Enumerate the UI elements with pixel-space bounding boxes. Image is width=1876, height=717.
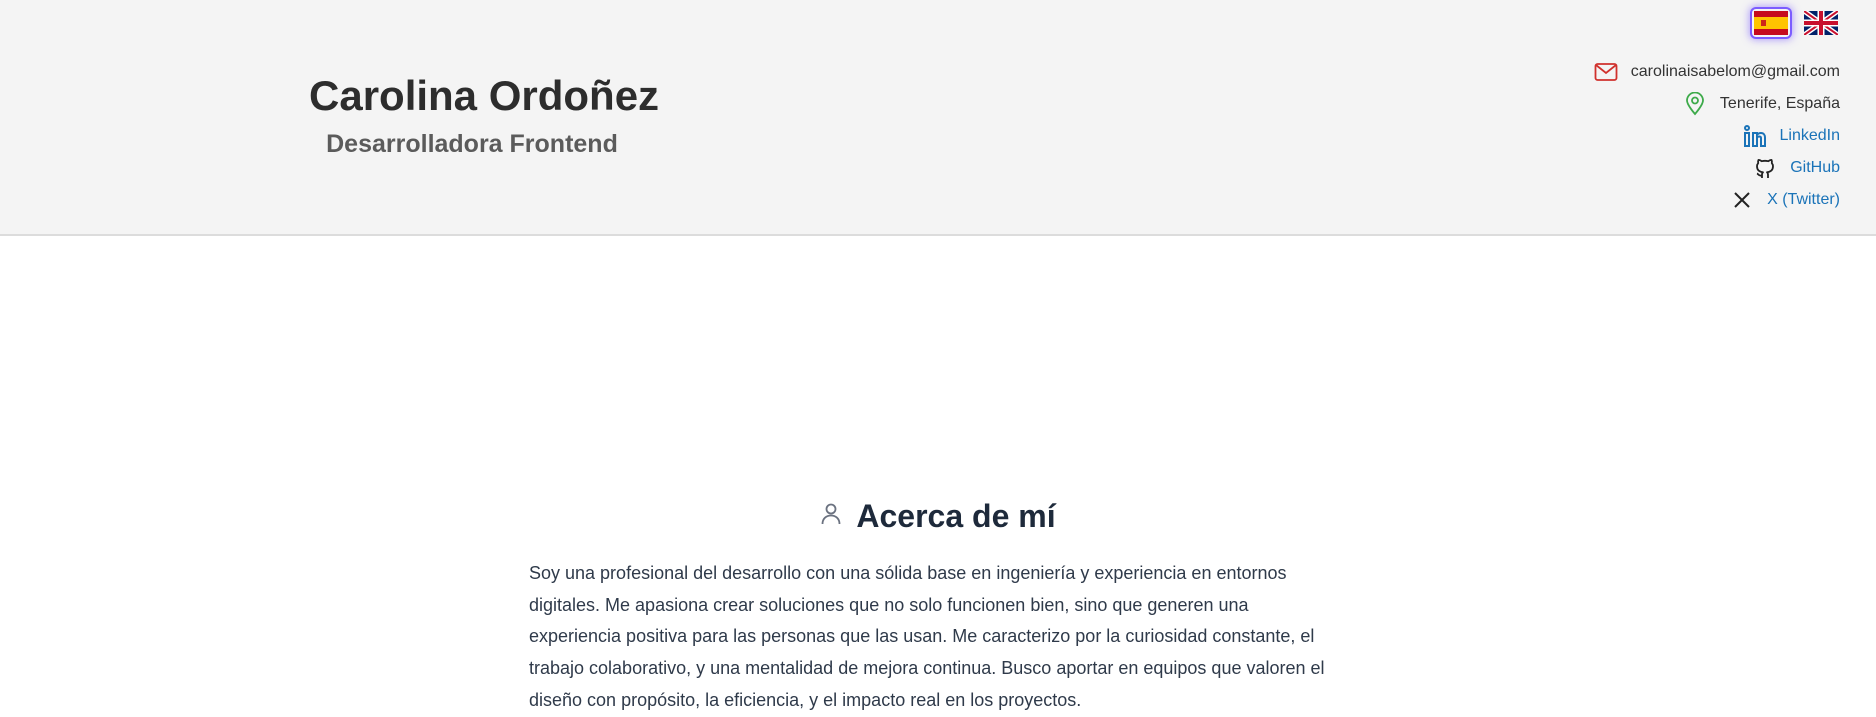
section-title: Acerca de mí xyxy=(856,498,1056,534)
location-pin-icon xyxy=(1682,91,1708,117)
contact-linkedin: LinkedIn xyxy=(1593,120,1840,152)
language-option-en[interactable] xyxy=(1802,9,1840,37)
contact-github: GitHub xyxy=(1593,152,1840,184)
uk-flag-icon xyxy=(1804,11,1838,35)
github-link[interactable]: GitHub xyxy=(1790,159,1840,177)
x-icon xyxy=(1729,187,1755,213)
contact-email: carolinaisabelom@gmail.com xyxy=(1593,56,1840,88)
github-icon xyxy=(1752,155,1778,181)
spain-flag-icon xyxy=(1754,11,1788,35)
location-text: Tenerife, España xyxy=(1719,95,1840,112)
linkedin-icon xyxy=(1742,123,1768,149)
site-header: Carolina Ordoñez Desarrolladora Frontend… xyxy=(0,0,1876,236)
brand-block: Carolina Ordoñez Desarrolladora Frontend xyxy=(309,66,660,162)
user-icon xyxy=(820,502,842,531)
page-title: Carolina Ordoñez xyxy=(309,72,660,119)
mail-icon xyxy=(1593,59,1619,85)
language-switcher xyxy=(1752,9,1840,37)
job-title: Desarrolladora Frontend xyxy=(326,130,618,158)
language-option-es[interactable] xyxy=(1752,9,1790,37)
twitter-link[interactable]: X (Twitter) xyxy=(1767,191,1840,209)
email-text[interactable]: carolinaisabelom@gmail.com xyxy=(1631,63,1840,81)
contact-twitter: X (Twitter) xyxy=(1593,184,1840,216)
contact-list: carolinaisabelom@gmail.com Tenerife, Esp… xyxy=(1593,56,1840,216)
about-paragraph: Soy una profesional del desarrollo con u… xyxy=(529,563,1325,710)
linkedin-link[interactable]: LinkedIn xyxy=(1780,127,1841,145)
about-heading: Acerca de mí xyxy=(0,498,1876,535)
contact-location: Tenerife, España xyxy=(1593,88,1840,120)
